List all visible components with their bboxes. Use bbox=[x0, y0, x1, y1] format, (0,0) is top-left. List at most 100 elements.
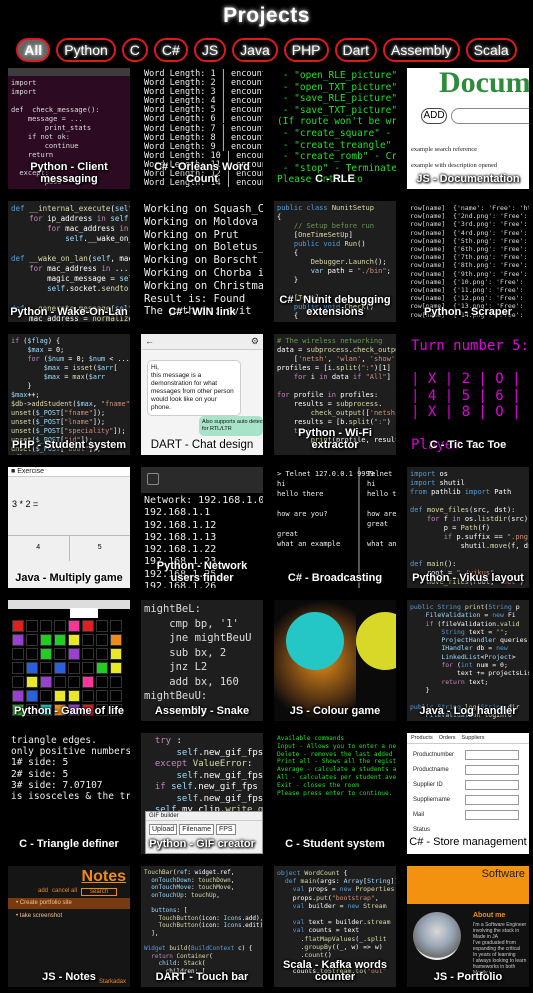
life-cell bbox=[40, 662, 52, 674]
field-input[interactable] bbox=[465, 794, 519, 805]
field-input[interactable] bbox=[465, 779, 519, 790]
project-card[interactable]: public String print(String p FileValidat… bbox=[407, 600, 529, 721]
life-cell bbox=[96, 648, 108, 660]
tab-suppliers[interactable]: Suppliers bbox=[462, 735, 485, 741]
filter-dart[interactable]: Dart bbox=[334, 38, 377, 62]
code-preview: row[name] {'name': 'Free': 'https: row[n… bbox=[410, 204, 529, 319]
tab-products[interactable]: Products bbox=[411, 735, 433, 741]
project-card[interactable]: triangle edges. only positive numbers 1#… bbox=[8, 733, 130, 854]
code-preview: def __internal_execute(self, for ip_addr… bbox=[11, 204, 130, 322]
code-preview: import os import shutil from pathlib imp… bbox=[410, 470, 529, 586]
life-cell bbox=[26, 690, 38, 702]
filter-js[interactable]: JS bbox=[193, 38, 227, 62]
field-input[interactable] bbox=[465, 809, 519, 820]
life-cell bbox=[68, 676, 80, 688]
note-text: take screenshot bbox=[19, 913, 63, 919]
life-cell bbox=[26, 634, 38, 646]
upload-button[interactable]: Upload bbox=[149, 824, 178, 835]
project-card[interactable]: object WordCount { def main(args: Array[… bbox=[274, 866, 396, 987]
colour-circle-cyan[interactable] bbox=[286, 612, 344, 670]
project-card[interactable]: try : self.new_gif_fps = i except ValueE… bbox=[141, 733, 263, 854]
life-cell bbox=[68, 690, 80, 702]
project-card[interactable]: Network: 192.168.1.0 fou 192.168.1.1 192… bbox=[141, 467, 263, 588]
filter-all[interactable]: All bbox=[16, 38, 51, 62]
tab-orders[interactable]: Orders bbox=[439, 735, 456, 741]
project-card[interactable]: Python - Game of life bbox=[8, 600, 130, 721]
project-card[interactable]: Turn number 5: | X | 2 | O | | 4 | 5 | 6… bbox=[407, 334, 529, 455]
note-item[interactable]: • take screenshot bbox=[8, 911, 130, 922]
filter-assembly[interactable]: Assembly bbox=[382, 38, 460, 62]
project-card[interactable]: Available commands Input - Allows you to… bbox=[274, 733, 396, 854]
project-card[interactable]: Products Orders Suppliers Productnumber P… bbox=[407, 733, 529, 854]
key-button[interactable]: 4 bbox=[8, 536, 70, 561]
project-card[interactable]: Software About me I'm a Software Enginee… bbox=[407, 866, 529, 987]
life-cell bbox=[110, 634, 122, 646]
project-card[interactable]: - "open_RLE_picture" - "open_TXT_picture… bbox=[274, 68, 396, 189]
project-card[interactable]: public class NunitSetup { // Setup befor… bbox=[274, 201, 396, 322]
form-row: Productnumber bbox=[413, 747, 525, 762]
filename-field[interactable]: Filename bbox=[179, 824, 214, 835]
settings-icon[interactable]: ⚙ bbox=[251, 336, 259, 347]
filter-php[interactable]: PHP bbox=[283, 38, 329, 62]
project-card[interactable]: import import def check_message(): messa… bbox=[8, 68, 130, 189]
life-cell bbox=[82, 662, 94, 674]
form-row: Supplier ID bbox=[413, 777, 525, 792]
project-card[interactable]: def __internal_execute(self, for ip_addr… bbox=[8, 201, 130, 322]
field-input[interactable] bbox=[465, 764, 519, 775]
console-preview: Working on Squash_C Working on Moldova W… bbox=[144, 203, 263, 318]
terminal-titlebar bbox=[8, 68, 130, 76]
project-card[interactable]: # The wireless networking data = subproc… bbox=[274, 334, 396, 455]
life-cell bbox=[54, 676, 66, 688]
add-button[interactable]: ADD bbox=[421, 108, 447, 124]
life-cell bbox=[82, 634, 94, 646]
project-card[interactable]: TouchBar(ref: widget.ref, onTouchDown: t… bbox=[141, 866, 263, 987]
project-title: C# - Orleans Word Count bbox=[154, 161, 250, 185]
filter-python[interactable]: Python bbox=[56, 38, 116, 62]
project-card[interactable]: JS - Colour game bbox=[274, 600, 396, 721]
project-card[interactable]: > Telnet 127.0.0.1 9999 hi hello there h… bbox=[274, 467, 396, 588]
cancel-all-link[interactable]: cancel all bbox=[52, 888, 77, 896]
project-card[interactable]: import os import shutil from pathlib imp… bbox=[407, 467, 529, 588]
key-button[interactable]: 5 bbox=[70, 536, 131, 561]
chat-header: ← ⚙ bbox=[141, 334, 263, 350]
note-item[interactable]: • Create portfolio site bbox=[8, 898, 130, 909]
project-title: Python - Game of life bbox=[13, 705, 124, 717]
control-buttons[interactable] bbox=[70, 608, 98, 618]
filter-java[interactable]: Java bbox=[232, 38, 278, 62]
project-card[interactable]: mightBeL: cmp bp, '1' jne mightBeuU sub … bbox=[141, 600, 263, 721]
colour-circle-yellow[interactable] bbox=[356, 612, 396, 670]
search-input[interactable]: search bbox=[81, 888, 118, 896]
project-card[interactable]: Working on Squash_C Working on Moldova W… bbox=[141, 201, 263, 322]
project-card[interactable]: Notes add cancel all search • Create por… bbox=[8, 866, 130, 987]
project-card[interactable]: Documen ADD example search reference exa… bbox=[407, 68, 529, 189]
search-input[interactable] bbox=[451, 108, 529, 124]
back-arrow-icon[interactable]: ← bbox=[145, 336, 154, 346]
field-label: Status bbox=[413, 826, 431, 833]
fps-field[interactable]: FPS bbox=[215, 824, 236, 835]
project-title: JS - Portfolio bbox=[433, 971, 503, 983]
life-cell bbox=[40, 648, 52, 660]
life-cell bbox=[12, 676, 24, 688]
project-title: JS - Documentation bbox=[416, 173, 520, 185]
project-title: JS - Notes bbox=[42, 971, 96, 983]
filter-csharp[interactable]: C# bbox=[153, 38, 188, 62]
filter-scala[interactable]: Scala bbox=[465, 38, 517, 62]
field-label: Suppliername bbox=[413, 796, 451, 803]
project-card[interactable]: ■ Exercise 3 * 2 = 4 5 Java - Multiply g… bbox=[8, 467, 130, 588]
portfolio-header: Software bbox=[407, 866, 529, 904]
life-cell bbox=[40, 690, 52, 702]
project-card[interactable]: Word Length: 1 | encountered Word Length… bbox=[141, 68, 263, 189]
filter-c[interactable]: C bbox=[121, 38, 148, 62]
project-title: C# - Broadcasting bbox=[287, 572, 383, 584]
project-title: Python - Network users finder bbox=[156, 560, 248, 584]
add-link[interactable]: add bbox=[38, 888, 48, 896]
project-title: Java - Multiply game bbox=[15, 572, 123, 584]
project-title: JS - Colour game bbox=[289, 705, 381, 717]
life-cell bbox=[110, 690, 122, 702]
note-text: Create portfolio site bbox=[19, 900, 72, 906]
field-input[interactable] bbox=[465, 749, 519, 760]
project-card[interactable]: row[name] {'name': 'Free': 'https: row[n… bbox=[407, 201, 529, 322]
project-card[interactable]: if ($flag) { $max = 0; for ($num = 0; $n… bbox=[8, 334, 130, 455]
project-title: Python - Wake-On-Lan bbox=[10, 306, 128, 318]
project-card[interactable]: ← ⚙ Hi, this message is a demonstration f… bbox=[141, 334, 263, 455]
